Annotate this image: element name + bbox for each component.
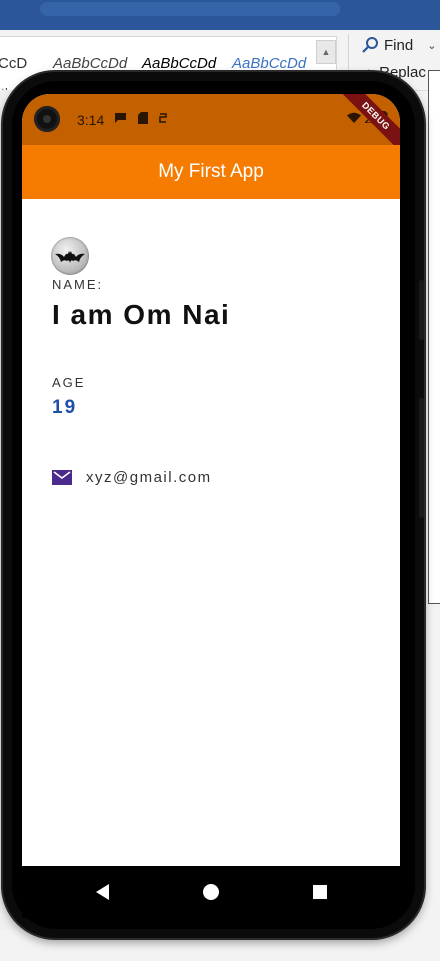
style-normal[interactable]: CcD — [0, 55, 27, 72]
age-label: AGE — [52, 375, 86, 390]
find-button[interactable]: Find ⌄ — [362, 36, 436, 54]
find-label: Find — [384, 36, 414, 54]
age-value: 19 — [52, 397, 78, 418]
power-button[interactable] — [419, 280, 424, 340]
style-intense-emphasis[interactable]: AaBbCcDd — [142, 55, 216, 72]
style-subtle-reference[interactable]: AaBbCcDd — [232, 55, 306, 72]
document-pane — [428, 70, 440, 604]
avatar[interactable] — [51, 237, 89, 275]
mail-icon — [52, 470, 72, 485]
message-icon — [114, 112, 127, 127]
phone-screen: 3:14 DEBUG My First App NAME: I am Om Na… — [22, 94, 400, 866]
gallery-scroll-up-button[interactable]: ▲ — [316, 40, 336, 64]
chevron-down-icon[interactable]: ⌄ — [427, 39, 436, 52]
recents-icon[interactable] — [308, 880, 332, 904]
name-value: I am Om Nai — [52, 299, 231, 330]
camera-icon — [34, 106, 60, 132]
search-icon — [362, 37, 378, 53]
volume-button[interactable] — [419, 398, 424, 518]
name-label: NAME: — [52, 277, 104, 292]
status-bar: 3:14 DEBUG — [22, 94, 400, 158]
navigation-bar — [22, 866, 400, 918]
sd-card-icon — [138, 112, 148, 127]
email-row[interactable]: xyz@gmail.com — [52, 469, 212, 486]
style-emphasis[interactable]: AaBbCcDd — [53, 55, 127, 72]
sync-icon — [158, 112, 168, 127]
back-icon[interactable] — [92, 880, 116, 904]
status-time: 3:14 — [77, 112, 105, 128]
word-title-bar — [0, 0, 440, 30]
email-text: xyz@gmail.com — [86, 469, 212, 486]
home-icon[interactable] — [199, 880, 223, 904]
batman-logo-icon — [55, 251, 85, 263]
wifi-icon — [347, 112, 361, 123]
app-title: My First App — [158, 161, 264, 182]
app-bar: My First App — [22, 145, 400, 199]
